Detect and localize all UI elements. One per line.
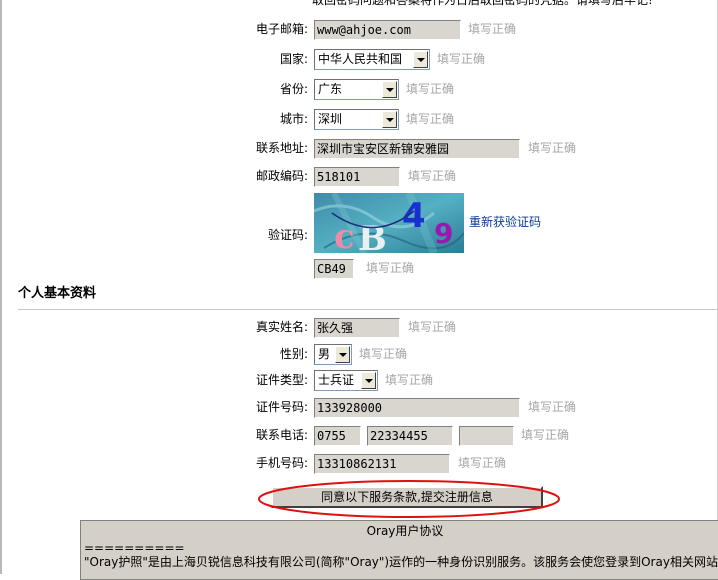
- phone-ext-input[interactable]: [459, 426, 514, 446]
- realname-hint: 填写正确: [408, 320, 457, 334]
- mobile-input[interactable]: 13310862131: [314, 454, 450, 474]
- agreement-line: "Oray护照"是由上海贝锐信息科技有限公司(简称"Oray")运作的一种身份识…: [84, 555, 718, 569]
- chevron-down-icon[interactable]: [335, 346, 350, 363]
- postcode-label: 邮政编码:: [255, 169, 308, 183]
- postcode-input[interactable]: 518101: [314, 167, 400, 187]
- captcha-char: 4: [402, 196, 426, 236]
- gender-selected-value: 男: [318, 347, 331, 361]
- address-input[interactable]: 深圳市宝安区新锦安雅园: [314, 139, 520, 159]
- chevron-down-icon[interactable]: [382, 81, 397, 98]
- address-hint: 填写正确: [528, 141, 577, 155]
- country-select[interactable]: 中华人民共和国: [314, 49, 430, 70]
- province-select[interactable]: 广东: [314, 79, 399, 100]
- chevron-down-icon[interactable]: [413, 51, 428, 68]
- agreement-body: ========== "Oray护照"是由上海贝锐信息科技有限公司(简称"Ora…: [84, 541, 718, 569]
- captcha-label: 验证码:: [267, 228, 308, 242]
- idnum-hint: 填写正确: [528, 400, 577, 414]
- city-selected-value: 深圳: [318, 112, 343, 126]
- phone-area-input[interactable]: 0755: [314, 426, 361, 446]
- idtype-label: 证件类型:: [255, 373, 308, 387]
- phone-hint: 填写正确: [521, 428, 570, 442]
- email-label: 电子邮箱:: [255, 22, 308, 36]
- province-hint: 填写正确: [406, 82, 455, 96]
- gender-label: 性别:: [279, 347, 308, 361]
- agreement-title: Oray用户协议: [366, 524, 444, 538]
- chevron-down-icon[interactable]: [382, 111, 397, 128]
- captcha-image: c B 4 9: [314, 193, 464, 253]
- gender-hint: 填写正确: [359, 347, 408, 361]
- email-input[interactable]: www@ahjoe.com: [314, 20, 461, 40]
- city-hint: 填写正确: [406, 112, 455, 126]
- agreement-textarea[interactable]: Oray用户协议 ========== "Oray护照"是由上海贝锐信息科技有限…: [80, 520, 718, 580]
- mobile-label: 手机号码:: [255, 456, 308, 470]
- phone-number-input[interactable]: 22334455: [367, 426, 453, 446]
- province-selected-value: 广东: [318, 82, 343, 96]
- captcha-char: c: [334, 217, 355, 253]
- country-selected-value: 中华人民共和国: [318, 52, 403, 66]
- captcha-char: B: [358, 219, 387, 253]
- idtype-selected-value: 士兵证: [318, 373, 355, 387]
- section-divider: [18, 309, 718, 310]
- idnum-label: 证件号码:: [255, 400, 308, 414]
- chevron-down-icon[interactable]: [361, 372, 376, 389]
- city-label: 城市:: [279, 112, 308, 126]
- postcode-hint: 填写正确: [408, 169, 457, 183]
- idtype-hint: 填写正确: [385, 373, 434, 387]
- province-label: 省份:: [279, 82, 308, 96]
- country-label: 国家:: [279, 52, 308, 66]
- realname-label: 真实姓名:: [255, 320, 308, 334]
- refresh-captcha-link[interactable]: 重新获验证码: [469, 213, 541, 231]
- agreement-line: ==========: [84, 541, 185, 555]
- realname-input[interactable]: 张久强: [314, 318, 400, 338]
- address-label: 联系地址:: [255, 141, 308, 155]
- idtype-select[interactable]: 士兵证: [314, 370, 378, 391]
- section-title-personal: 个人基本资料: [18, 286, 97, 301]
- idnum-input[interactable]: 133928000: [314, 398, 520, 418]
- email-hint: 填写正确: [468, 22, 517, 36]
- captcha-char: 9: [434, 217, 453, 250]
- country-hint: 填写正确: [437, 52, 486, 66]
- password-notice: 取回密码问题和答案将作为日后取回密码的凭据。请填写后牢记!: [312, 0, 653, 7]
- captcha-input[interactable]: CB49: [314, 259, 354, 279]
- city-select[interactable]: 深圳: [314, 109, 399, 130]
- phone-label: 联系电话:: [255, 428, 308, 442]
- highlight-ellipse: [258, 480, 560, 518]
- mobile-hint: 填写正确: [458, 456, 507, 470]
- gender-select[interactable]: 男: [314, 344, 352, 365]
- captcha-hint: 填写正确: [366, 261, 415, 275]
